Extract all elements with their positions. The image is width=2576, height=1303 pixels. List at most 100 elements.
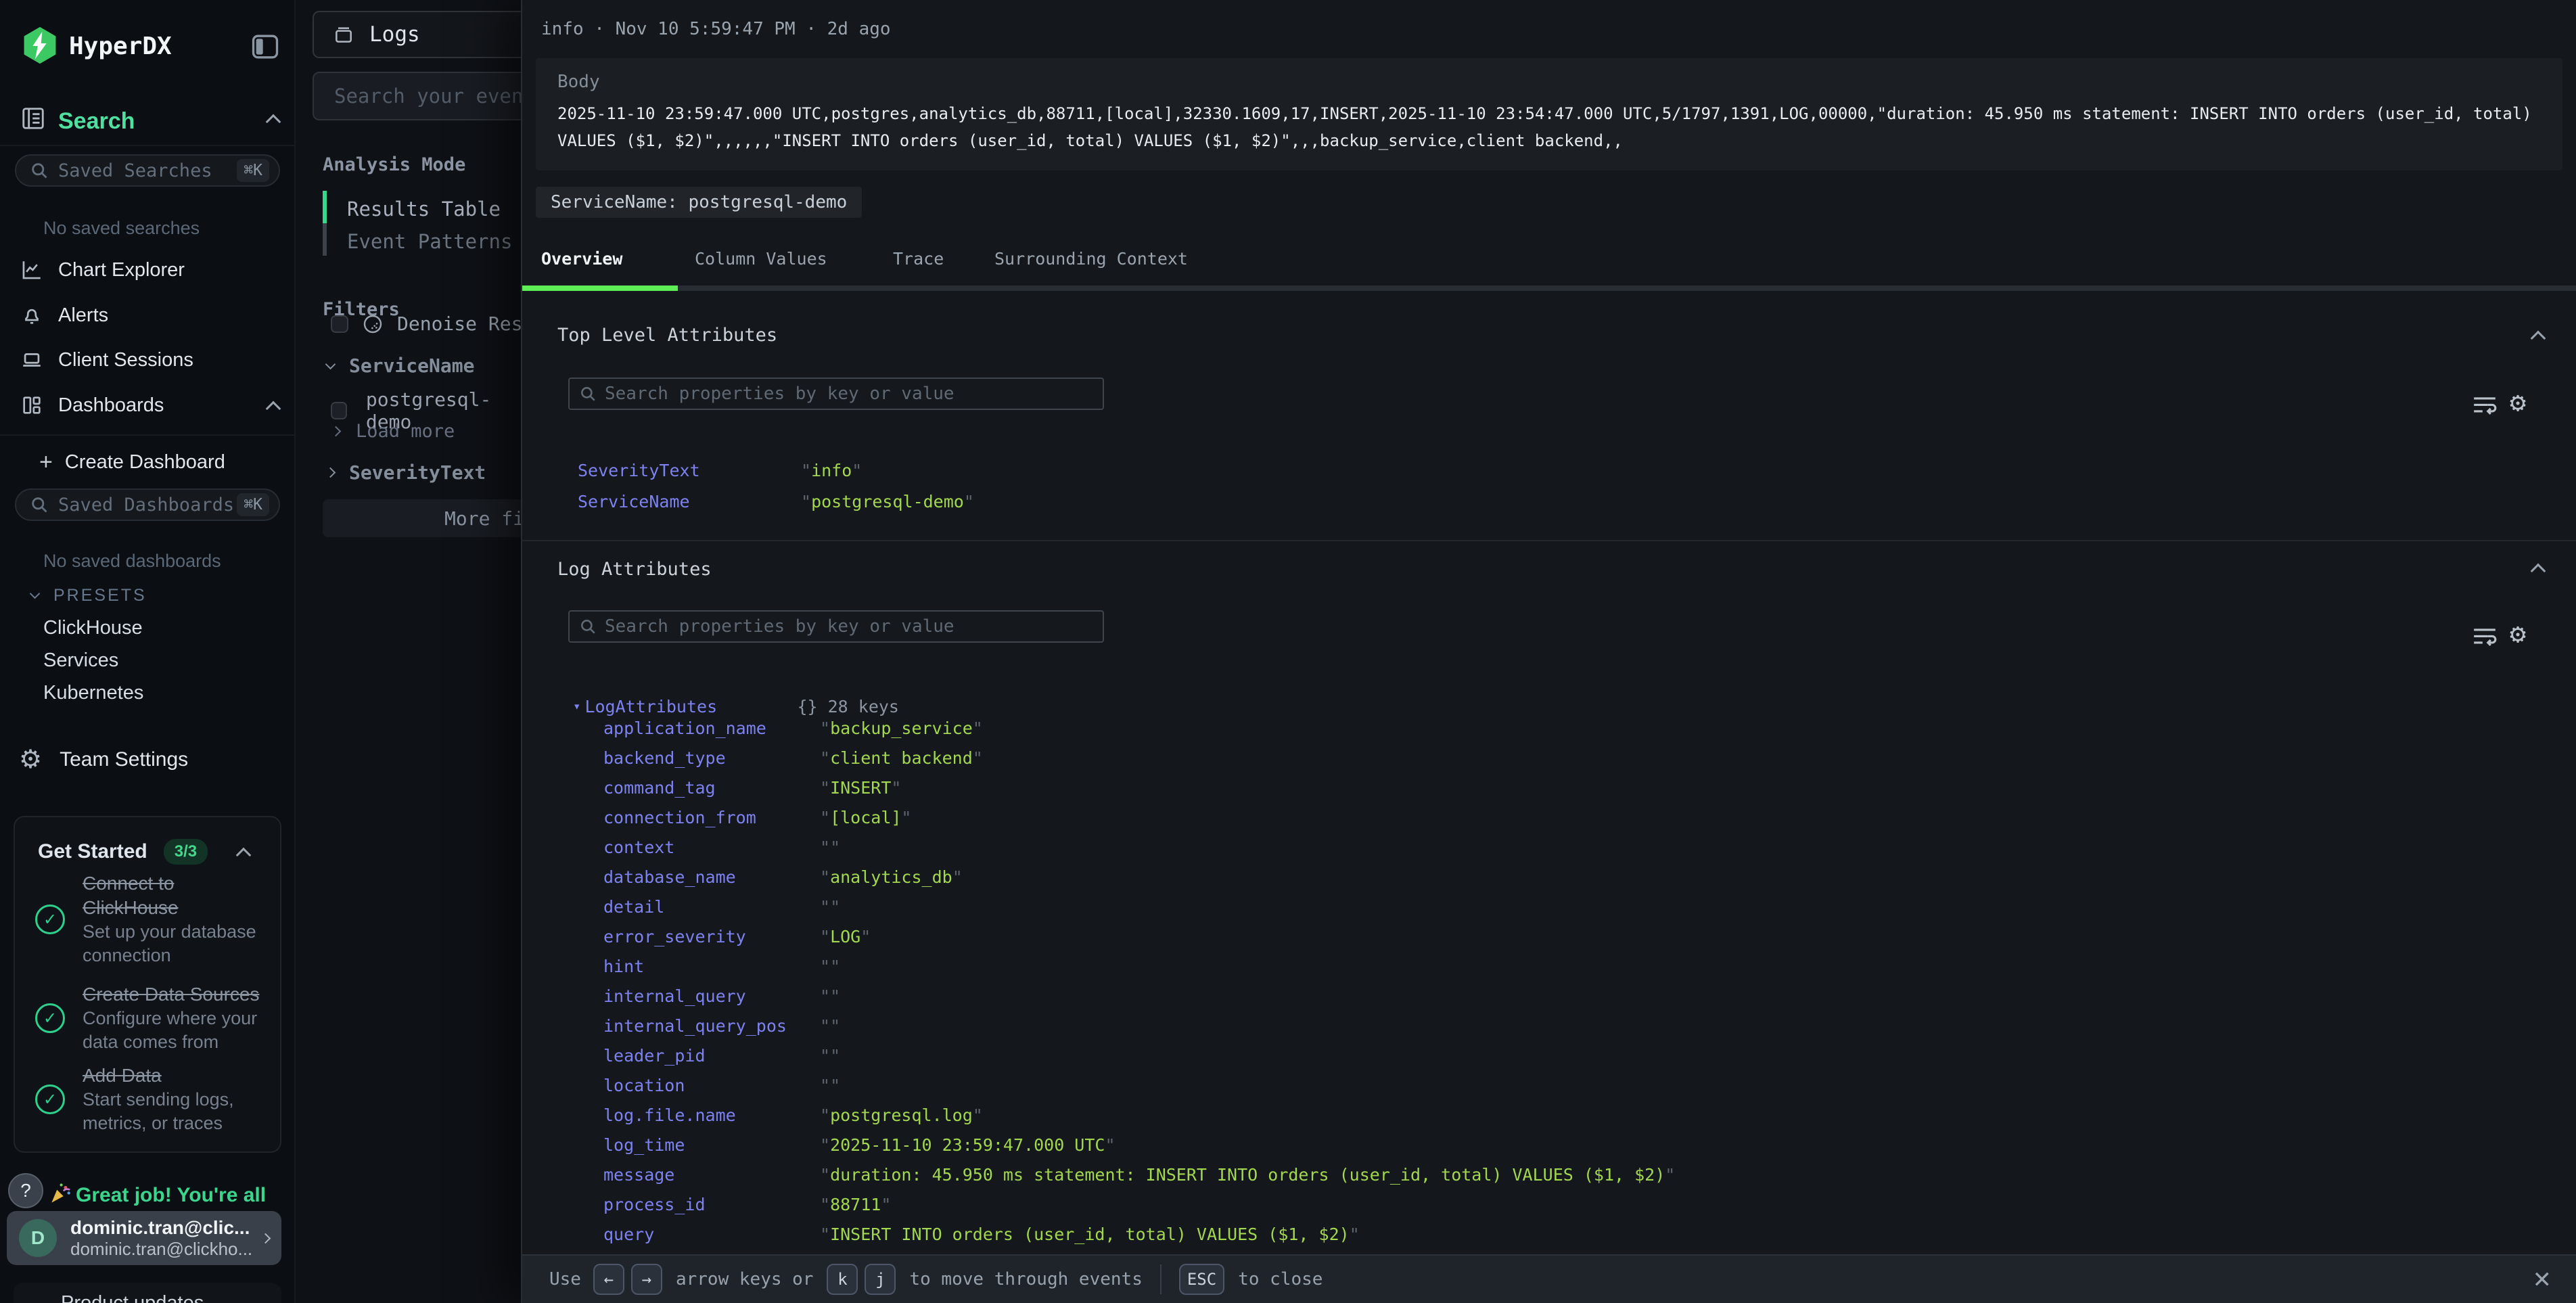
sidebar-item-search[interactable]: Search xyxy=(58,108,135,135)
quote: " xyxy=(1350,1225,1360,1244)
search-icon xyxy=(30,161,49,180)
attribute-row[interactable]: detail"" xyxy=(603,892,1675,921)
attribute-row[interactable]: leader_pid"" xyxy=(603,1041,1675,1070)
quote: " xyxy=(820,1076,830,1095)
bottom-card[interactable]: Product updates xyxy=(14,1283,281,1303)
attribute-row[interactable]: ServiceName"postgresql-demo" xyxy=(578,486,974,517)
attribute-row[interactable]: process_id"88711" xyxy=(603,1189,1675,1219)
quote: " xyxy=(801,492,811,511)
attribute-key: context xyxy=(603,838,820,857)
search-icon xyxy=(579,618,597,635)
log-attributes-settings-gear-icon[interactable]: ⚙ xyxy=(2510,618,2526,649)
avatar: D xyxy=(19,1219,57,1257)
quote: " xyxy=(801,461,811,480)
wrap-lines-icon[interactable] xyxy=(2472,626,2498,648)
chart-icon xyxy=(20,258,43,281)
quote: " xyxy=(820,957,830,976)
attribute-row[interactable]: log.file.name"postgresql.log" xyxy=(603,1100,1675,1130)
user-menu[interactable]: D dominic.tran@clic... dominic.tran@clic… xyxy=(7,1211,281,1265)
attribute-row[interactable]: backend_type"client backend" xyxy=(603,743,1675,773)
no-saved-dashboards-note: No saved dashboards xyxy=(43,551,221,572)
attribute-value: "88711" xyxy=(820,1195,891,1214)
tab-surrounding-context[interactable]: Surrounding Context xyxy=(994,249,1188,269)
mode-results-table[interactable]: Results Table xyxy=(347,198,501,221)
attribute-row[interactable]: context"" xyxy=(603,832,1675,862)
preset-item-clickhouse[interactable]: ClickHouse xyxy=(43,617,143,639)
team-settings-item[interactable]: ⚙ Team Settings xyxy=(19,744,188,775)
event-search-input[interactable]: Search your event xyxy=(313,72,521,120)
help-button[interactable]: ? xyxy=(8,1173,43,1208)
attribute-value: "backup_service" xyxy=(820,718,983,738)
attribute-key: application_name xyxy=(603,718,820,738)
help-label: ? xyxy=(20,1180,31,1202)
log-attributes-search-input[interactable]: Search properties by key or value xyxy=(568,610,1104,643)
quote: " xyxy=(820,897,830,917)
load-more-button[interactable]: Load more xyxy=(332,421,455,442)
attribute-row[interactable]: command_tag"INSERT" xyxy=(603,773,1675,802)
more-filters-button[interactable]: More filte xyxy=(323,499,521,537)
attribute-row[interactable]: message"duration: 45.950 ms statement: I… xyxy=(603,1160,1675,1189)
user-name: dominic.tran@clic... xyxy=(70,1217,262,1239)
quote: " xyxy=(820,1165,830,1185)
top-level-settings-gear-icon[interactable]: ⚙ xyxy=(2510,387,2526,418)
attribute-row[interactable]: database_name"analytics_db" xyxy=(603,862,1675,892)
wrap-lines-icon[interactable] xyxy=(2472,395,2498,417)
tab-column-values[interactable]: Column Values xyxy=(695,249,827,269)
attribute-value: "2025-11-10 23:59:47.000 UTC" xyxy=(820,1135,1116,1155)
presets-toggle[interactable]: PRESETS xyxy=(31,586,147,605)
attribute-row[interactable]: query"INSERT INTO orders (user_id, total… xyxy=(603,1219,1675,1249)
sidebar-item-alerts[interactable]: Alerts xyxy=(20,304,108,327)
preset-item-kubernetes[interactable]: Kubernetes xyxy=(43,682,143,704)
source-select-button[interactable]: Logs xyxy=(313,11,521,58)
tab-trace[interactable]: Trace xyxy=(893,249,944,269)
top-level-search-input[interactable]: Search properties by key or value xyxy=(568,378,1104,410)
create-dashboard-label: Create Dashboard xyxy=(65,451,225,474)
attribute-row[interactable]: connection_from"[local]" xyxy=(603,802,1675,832)
sidebar-item-client-sessions[interactable]: Client Sessions xyxy=(20,348,193,371)
attribute-row[interactable]: SeverityText"info" xyxy=(578,455,974,486)
attribute-row[interactable]: error_severity"LOG" xyxy=(603,921,1675,951)
dashboards-collapse-chevron-icon[interactable] xyxy=(266,401,281,417)
sidebar-item-dashboards[interactable]: Dashboards xyxy=(20,394,164,417)
load-more-label: Load more xyxy=(356,421,455,442)
attribute-row[interactable]: hint"" xyxy=(603,951,1675,981)
attribute-row[interactable]: application_name"backup_service" xyxy=(603,713,1675,743)
logs-source-icon xyxy=(333,24,354,45)
attribute-value: "[local]" xyxy=(820,808,911,827)
attribute-row[interactable]: internal_query"" xyxy=(603,981,1675,1011)
denoise-checkbox[interactable] xyxy=(331,315,348,333)
create-dashboard-button[interactable]: + Create Dashboard xyxy=(39,451,225,474)
servicename-filter-group[interactable]: ServiceName xyxy=(327,355,474,377)
postgresql-demo-checkbox[interactable] xyxy=(331,402,347,419)
attribute-row[interactable]: internal_query_pos"" xyxy=(603,1011,1675,1041)
attribute-row[interactable]: location"" xyxy=(603,1070,1675,1100)
quote: " xyxy=(881,1195,891,1214)
quote: " xyxy=(820,718,830,738)
log-attributes-collapse-chevron-icon[interactable] xyxy=(2531,564,2546,579)
saved-dashboards-placeholder: Saved Dashboards xyxy=(58,495,237,516)
denoise-results-row[interactable]: Denoise Resul xyxy=(331,313,521,335)
quote: " xyxy=(830,1076,840,1095)
collapse-sidebar-icon[interactable] xyxy=(252,34,279,60)
attribute-value: "INSERT" xyxy=(820,778,901,798)
saved-searches-input[interactable]: Saved Searches ⌘K xyxy=(15,154,280,187)
attribute-value: "" xyxy=(820,1016,840,1036)
sidebar-item-chart-explorer[interactable]: Chart Explorer xyxy=(20,258,185,281)
value-text: INSERT xyxy=(830,778,891,798)
mode-event-patterns[interactable]: Event Patterns xyxy=(347,230,512,253)
attribute-row[interactable]: log_time"2025-11-10 23:59:47.000 UTC" xyxy=(603,1130,1675,1160)
severitytext-filter-group[interactable]: SeverityText xyxy=(327,461,486,484)
get-started-collapse-chevron-icon[interactable] xyxy=(236,848,252,863)
top-level-collapse-chevron-icon[interactable] xyxy=(2531,331,2546,346)
close-icon[interactable]: ✕ xyxy=(2533,1266,2552,1294)
search-collapse-chevron-icon[interactable] xyxy=(266,114,281,130)
body-card: Body 2025-11-10 23:59:47.000 UTC,postgre… xyxy=(536,58,2562,170)
tab-overview[interactable]: Overview xyxy=(541,249,622,269)
denoise-label: Denoise Resul xyxy=(397,313,521,335)
servicename-tag[interactable]: ServiceName: postgresql-demo xyxy=(536,187,862,218)
preset-item-services[interactable]: Services xyxy=(43,649,118,672)
quote: " xyxy=(860,927,871,946)
saved-dashboards-input[interactable]: Saved Dashboards ⌘K xyxy=(15,488,280,521)
gear-icon: ⚙ xyxy=(19,744,42,775)
footer-move-text: to move through events xyxy=(909,1269,1142,1289)
